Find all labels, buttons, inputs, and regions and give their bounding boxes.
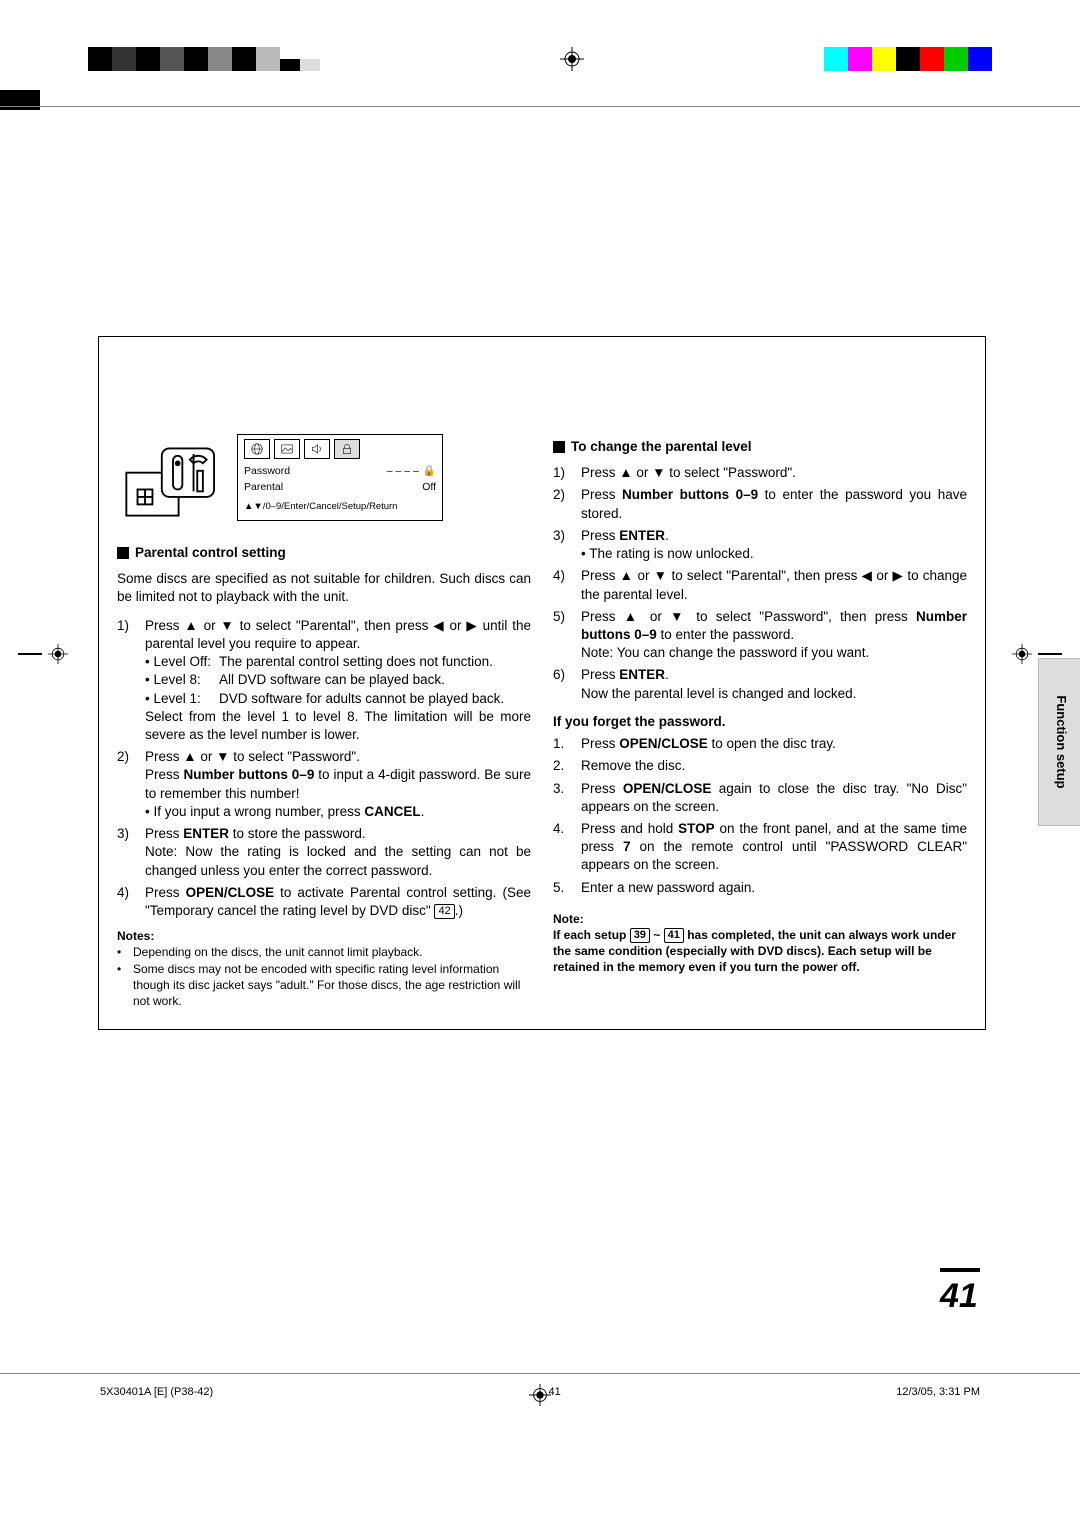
step3b-text: Note: Now the rating is locked and the s…	[145, 843, 531, 879]
step1b-text: Select from the level 1 to level 8. The …	[145, 708, 531, 744]
osd-row-password-value: – – – –	[387, 464, 419, 478]
step4-text: Press OPEN/CLOSE to activate Parental co…	[145, 884, 531, 920]
lock-icon: 🔒	[423, 464, 436, 478]
column-right: To change the parental level 1)Press ▲ o…	[553, 434, 967, 1009]
osd-footer-hint: ▲▼/0–9/Enter/Cancel/Setup/Return	[244, 501, 436, 514]
step2c-text: • If you input a wrong number, press CAN…	[145, 803, 531, 821]
page-number: 41	[940, 1268, 980, 1320]
section-tab-label: Function setup	[1052, 695, 1070, 788]
side-registration-left	[18, 644, 68, 664]
note2: •Some discs may not be encoded with spec…	[117, 961, 531, 1010]
reg-swatches-bw	[88, 47, 320, 71]
osd-menu-box: Password – – – – 🔒 Parental Off ▲▼/0–9/Ente…	[237, 434, 443, 521]
top-black-stripe	[0, 90, 40, 110]
step3a-text: Press ENTER to store the password.	[145, 825, 531, 843]
footer-timestamp: 12/3/05, 3:31 PM	[896, 1385, 980, 1400]
osd-tab-picture-icon	[274, 439, 300, 459]
change-level-steps: 1)Press ▲ or ▼ to select "Password". 2)P…	[553, 464, 967, 703]
column-left: Password – – – – 🔒 Parental Off ▲▼/0–9/Ente…	[117, 434, 531, 1009]
step1-text: Press ▲ or ▼ to select "Parental", then …	[145, 617, 531, 653]
crop-line-top	[0, 106, 1080, 107]
square-bullet-icon	[117, 547, 129, 559]
parental-steps-list: 1) Press ▲ or ▼ to select "Parental", th…	[117, 617, 531, 921]
notes-heading: Notes:	[117, 928, 531, 944]
registration-mark-bottom-icon	[529, 1384, 551, 1406]
final-note-heading: Note:	[553, 911, 967, 927]
square-bullet-icon	[553, 441, 565, 453]
reg-swatches-color	[824, 47, 992, 71]
intro-text: Some discs are specified as not suitable…	[117, 570, 531, 606]
step2a-text: Press ▲ or ▼ to select "Password".	[145, 748, 531, 766]
note1: •Depending on the discs, the unit cannot…	[117, 944, 531, 960]
heading-forget-password: If you forget the password.	[553, 713, 967, 731]
heading-parental-control: Parental control setting	[117, 544, 531, 562]
registration-bar-top	[0, 46, 1080, 72]
section-tab: Function setup	[1038, 658, 1080, 826]
osd-tab-globe-icon	[244, 439, 270, 459]
setup-illustration-icon	[117, 434, 229, 530]
footer-doc-id: 5X30401A [E] (P38-42)	[100, 1385, 213, 1400]
osd-row-parental-label: Parental	[244, 480, 283, 494]
forget-password-steps: 1.Press OPEN/CLOSE to open the disc tray…	[553, 735, 967, 897]
osd-tab-audio-icon	[304, 439, 330, 459]
registration-mark-icon	[560, 47, 584, 71]
osd-row-password-label: Password	[244, 464, 290, 478]
osd-tab-parental-icon	[334, 439, 360, 459]
step2b-text: Press Number buttons 0–9 to input a 4-di…	[145, 766, 531, 802]
crop-line-bottom	[0, 1373, 1080, 1374]
osd-row-parental-value: Off	[422, 480, 436, 494]
heading-change-level: To change the parental level	[553, 438, 967, 456]
final-note-body: If each setup 39 ~ 41 has completed, the…	[553, 927, 967, 976]
page-frame: Password – – – – 🔒 Parental Off ▲▼/0–9/Ente…	[98, 336, 986, 1030]
